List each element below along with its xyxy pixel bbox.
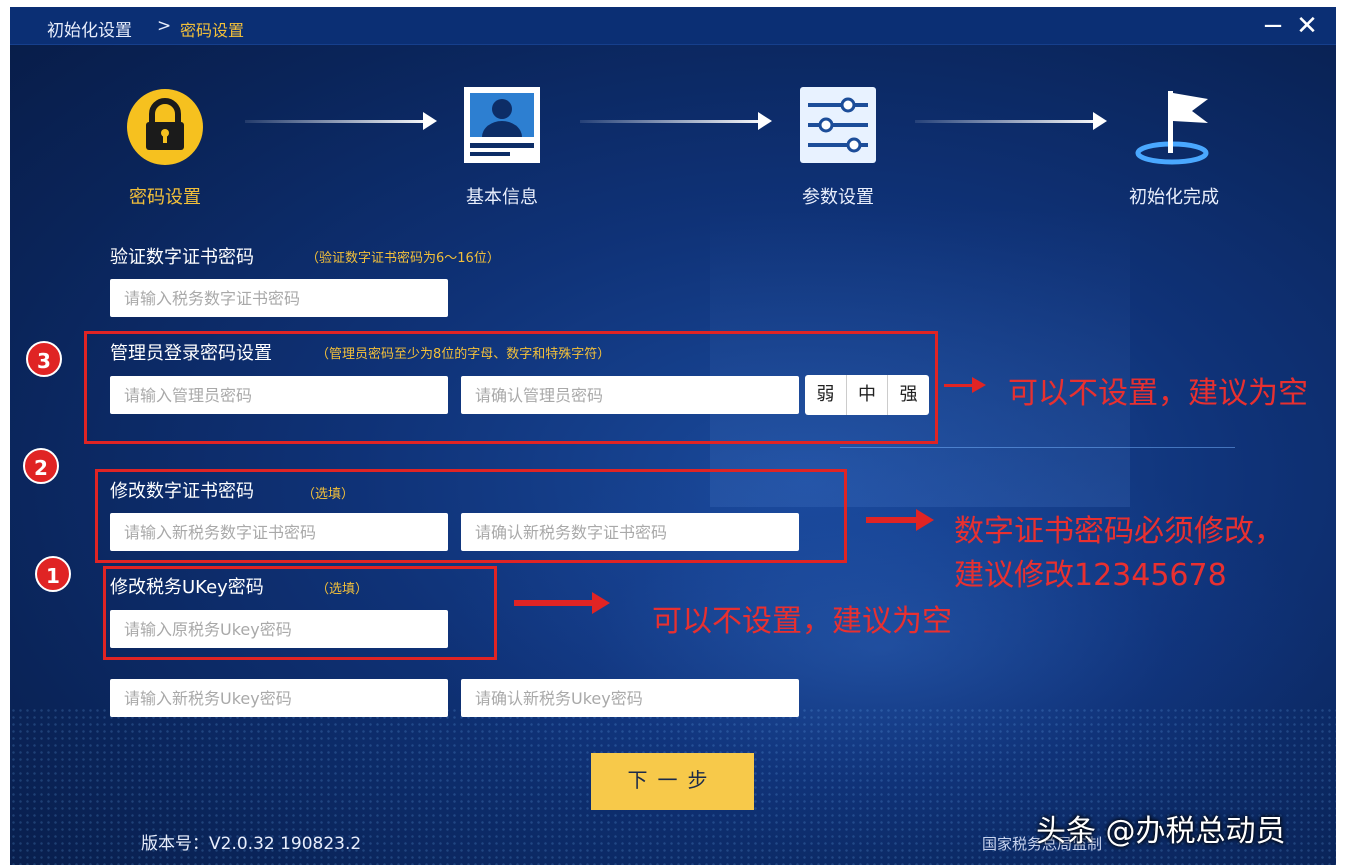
annotation-badge-2: 2 — [23, 448, 59, 484]
cert-verify-label: 验证数字证书密码 — [110, 247, 254, 268]
step-arrow-3 — [915, 112, 1107, 130]
step-arrow-1 — [245, 112, 437, 130]
watermark: 头条 @办税总动员 — [1036, 814, 1286, 849]
cert-password-input[interactable] — [110, 279, 448, 317]
close-button[interactable]: ✕ — [1292, 11, 1322, 41]
lock-icon — [125, 87, 205, 167]
next-step-button[interactable]: 下一步 — [591, 753, 754, 810]
annotation-note-admin: 可以不设置，建议为空 — [1008, 376, 1308, 411]
flag-icon — [1134, 85, 1214, 165]
step-label-parameters: 参数设置 — [802, 187, 874, 208]
new-ukey-password-confirm-input[interactable] — [461, 679, 799, 717]
step-label-complete: 初始化完成 — [1129, 187, 1219, 208]
annotation-badge-1: 1 — [35, 556, 71, 592]
annotation-box-cert — [95, 469, 847, 563]
breadcrumb-separator: > — [157, 16, 172, 36]
annotation-arrow-admin — [944, 377, 986, 393]
background-divider — [840, 447, 1235, 448]
annotation-box-admin — [84, 331, 938, 444]
title-bar: 初始化设置 > 密码设置 − ✕ — [10, 7, 1336, 45]
step-arrow-2 — [580, 112, 772, 130]
minimize-button[interactable]: − — [1258, 11, 1288, 41]
step-label-basic-info: 基本信息 — [466, 187, 538, 208]
annotation-note-cert-line2: 建议修改12345678 — [954, 558, 1227, 593]
step-label-password: 密码设置 — [129, 187, 201, 208]
annotation-note-cert-line1: 数字证书密码必须修改， — [954, 514, 1284, 549]
annotation-arrow-cert — [866, 509, 934, 531]
annotation-badge-3: 3 — [26, 341, 62, 377]
new-ukey-password-input[interactable] — [110, 679, 448, 717]
cert-verify-hint: （验证数字证书密码为6～16位） — [306, 251, 500, 266]
annotation-arrow-ukey — [514, 592, 610, 614]
id-card-icon — [462, 85, 542, 165]
annotation-note-ukey: 可以不设置，建议为空 — [652, 604, 952, 639]
breadcrumb-current: 密码设置 — [180, 21, 245, 40]
breadcrumb-root: 初始化设置 — [47, 21, 132, 41]
sliders-icon — [798, 85, 878, 165]
version-label: 版本号：V2.0.32 190823.2 — [141, 834, 362, 854]
annotation-box-ukey — [103, 566, 497, 660]
